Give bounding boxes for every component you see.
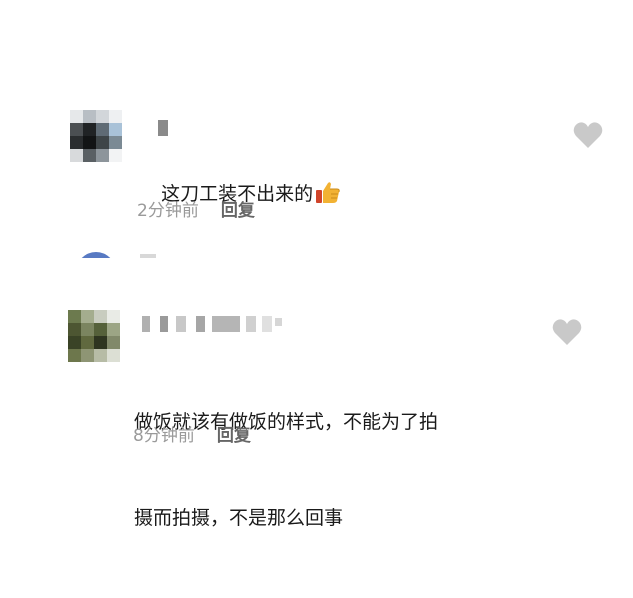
avatar[interactable] — [70, 110, 122, 162]
comment-meta: 2分钟前 回复 — [137, 196, 255, 221]
thumbs-up-icon — [315, 179, 341, 215]
like-heart-icon[interactable] — [552, 318, 582, 348]
username-blurred[interactable] — [158, 120, 170, 138]
partial-username — [140, 254, 156, 258]
comment-text-line: 摄而拍摄，不是那么回事 — [134, 507, 344, 529]
comment-time: 8分钟前 — [133, 426, 195, 446]
reply-button[interactable]: 回复 — [217, 426, 251, 446]
like-heart-icon[interactable] — [573, 121, 603, 151]
reply-button[interactable]: 回复 — [221, 201, 255, 221]
avatar[interactable] — [68, 310, 120, 362]
username-blurred[interactable] — [142, 316, 282, 334]
partial-avatar[interactable] — [76, 252, 116, 258]
comment-time: 2分钟前 — [137, 201, 199, 221]
comment-meta: 8分钟前 回复 — [133, 421, 251, 446]
comment-text: 做饭就该有做饭的样式，不能为了拍 摄而拍摄，不是那么回事 — [134, 342, 438, 598]
